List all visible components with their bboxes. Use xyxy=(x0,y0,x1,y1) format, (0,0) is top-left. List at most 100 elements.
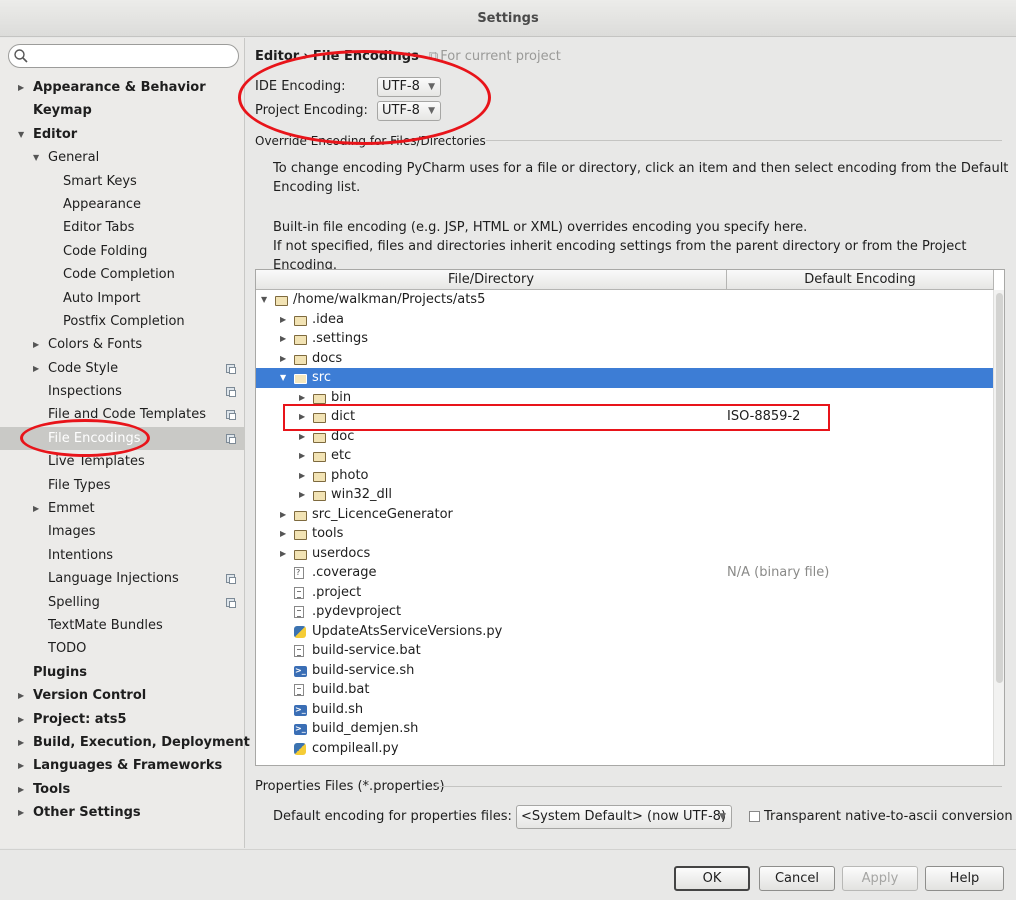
sidebar-item[interactable]: Keymap xyxy=(0,99,245,122)
sidebar-item[interactable]: ▶ Emmet xyxy=(0,497,245,520)
sidebar-item[interactable]: Live Templates xyxy=(0,450,245,473)
table-row[interactable]: build-service.sh xyxy=(256,661,993,680)
expand-arrow-icon[interactable]: ▼ xyxy=(261,290,267,310)
expand-arrow-icon[interactable]: ▼ xyxy=(33,146,43,169)
sidebar-item[interactable]: TextMate Bundles xyxy=(0,614,245,637)
collapse-arrow-icon[interactable]: ▶ xyxy=(280,505,286,525)
sidebar-item[interactable]: File Encodings xyxy=(0,426,245,451)
collapse-arrow-icon[interactable]: ▶ xyxy=(18,708,28,731)
table-row[interactable]: build.sh xyxy=(256,700,993,719)
collapse-arrow-icon[interactable]: ▶ xyxy=(299,427,305,447)
help-button[interactable]: Help xyxy=(925,866,1004,891)
collapse-arrow-icon[interactable]: ▶ xyxy=(18,778,28,801)
sidebar-item[interactable]: Editor Tabs xyxy=(0,216,245,239)
table-row[interactable]: ▶ doc xyxy=(256,427,993,447)
sidebar-item[interactable]: Smart Keys xyxy=(0,170,245,193)
table-row[interactable]: ▼ src xyxy=(256,368,993,388)
scrollbar-thumb[interactable] xyxy=(996,293,1003,683)
sidebar-item[interactable]: ▶ Other Settings xyxy=(0,801,245,824)
sidebar-item[interactable]: Code Folding xyxy=(0,240,245,263)
collapse-arrow-icon[interactable]: ▶ xyxy=(299,485,305,505)
sidebar-item[interactable]: ▶ Languages & Frameworks xyxy=(0,754,245,777)
table-row[interactable]: ▼ /home/walkman/Projects/ats5 xyxy=(256,290,993,310)
sidebar-item[interactable]: File Types xyxy=(0,474,245,497)
table-row[interactable]: compileall.py xyxy=(256,739,993,759)
column-header-file[interactable]: File/Directory xyxy=(256,270,727,290)
collapse-arrow-icon[interactable]: ▶ xyxy=(33,497,43,520)
table-row[interactable]: ▶ dict ISO-8859-2 xyxy=(256,407,993,427)
collapse-arrow-icon[interactable]: ▶ xyxy=(280,349,286,369)
expand-arrow-icon[interactable]: ▼ xyxy=(18,123,28,146)
vertical-scrollbar[interactable] xyxy=(993,290,1004,765)
sidebar-item[interactable]: Inspections xyxy=(0,380,245,403)
collapse-arrow-icon[interactable]: ▶ xyxy=(299,466,305,486)
sidebar-item[interactable]: ▶ Version Control xyxy=(0,684,245,707)
properties-encoding-select[interactable]: <System Default> (now UTF-8) ▼ xyxy=(516,805,732,829)
table-row[interactable]: build_demjen.sh xyxy=(256,719,993,739)
sidebar-item-label: Keymap xyxy=(33,103,92,119)
sidebar-item[interactable]: Spelling xyxy=(0,591,245,614)
sidebar-item[interactable]: Auto Import xyxy=(0,287,245,310)
collapse-arrow-icon[interactable]: ▶ xyxy=(18,684,28,707)
sidebar-item[interactable]: Language Injections xyxy=(0,567,245,590)
sidebar-item[interactable]: ▶ Code Style xyxy=(0,357,245,380)
collapse-arrow-icon[interactable]: ▶ xyxy=(280,544,286,564)
file-encoding[interactable]: N/A (binary file) xyxy=(727,563,829,583)
table-row[interactable]: ▶ etc xyxy=(256,446,993,466)
sidebar-item[interactable]: ▶ Colors & Fonts xyxy=(0,333,245,356)
table-row[interactable]: build.bat xyxy=(256,680,993,700)
table-row[interactable]: ▶ src_LicenceGenerator xyxy=(256,505,993,525)
table-row[interactable]: .coverage N/A (binary file) xyxy=(256,563,993,583)
sidebar-item[interactable]: ▼ General xyxy=(0,146,245,169)
sidebar-item[interactable]: ▶ Build, Execution, Deployment xyxy=(0,731,250,754)
sidebar-item[interactable]: ▼ Editor xyxy=(0,123,245,146)
collapse-arrow-icon[interactable]: ▶ xyxy=(280,524,286,544)
collapse-arrow-icon[interactable]: ▶ xyxy=(18,754,28,777)
apply-button[interactable]: Apply xyxy=(842,866,918,891)
table-row[interactable]: ▶ docs xyxy=(256,349,993,369)
ide-encoding-select[interactable]: UTF-8 ▼ xyxy=(377,77,441,97)
collapse-arrow-icon[interactable]: ▶ xyxy=(18,76,28,99)
table-row[interactable]: ▶ photo xyxy=(256,466,993,486)
sidebar-item[interactable]: TODO xyxy=(0,637,245,660)
table-row[interactable]: build-service.bat xyxy=(256,641,993,661)
sidebar-item[interactable]: Images xyxy=(0,520,245,543)
sidebar-item[interactable]: Appearance xyxy=(0,193,245,216)
collapse-arrow-icon[interactable]: ▶ xyxy=(18,731,28,754)
collapse-arrow-icon[interactable]: ▶ xyxy=(18,801,28,824)
sidebar-item[interactable]: ▶ Tools xyxy=(0,778,245,801)
sidebar-item[interactable]: Code Completion xyxy=(0,263,245,286)
collapse-arrow-icon[interactable]: ▶ xyxy=(280,310,286,330)
cancel-button[interactable]: Cancel xyxy=(759,866,835,891)
project-encoding-select[interactable]: UTF-8 ▼ xyxy=(377,101,441,121)
collapse-arrow-icon[interactable]: ▶ xyxy=(299,446,305,466)
column-header-encoding[interactable]: Default Encoding xyxy=(727,270,994,290)
collapse-arrow-icon[interactable]: ▶ xyxy=(33,333,43,356)
sidebar-item[interactable]: Plugins xyxy=(0,661,245,684)
sidebar-item[interactable]: ▶ Project: ats5 xyxy=(0,708,245,731)
table-row[interactable]: ▶ .idea xyxy=(256,310,993,330)
table-row[interactable]: ▶ win32_dll xyxy=(256,485,993,505)
breadcrumb-parent[interactable]: Editor xyxy=(255,49,299,64)
file-encoding[interactable]: ISO-8859-2 xyxy=(727,407,800,427)
sidebar-item[interactable]: ▶ Appearance & Behavior xyxy=(0,76,245,99)
search-input[interactable] xyxy=(8,44,239,68)
sidebar-item[interactable]: Postfix Completion xyxy=(0,310,245,333)
table-row[interactable]: ▶ tools xyxy=(256,524,993,544)
table-row[interactable]: ▶ bin xyxy=(256,388,993,408)
sidebar-item[interactable]: File and Code Templates xyxy=(0,403,245,426)
sidebar-item[interactable]: Intentions xyxy=(0,544,245,567)
table-row[interactable]: .pydevproject xyxy=(256,602,993,622)
ok-button[interactable]: OK xyxy=(674,866,750,891)
collapse-arrow-icon[interactable]: ▶ xyxy=(33,357,43,380)
expand-arrow-icon[interactable]: ▼ xyxy=(280,368,286,388)
collapse-arrow-icon[interactable]: ▶ xyxy=(299,407,305,427)
table-row[interactable]: UpdateAtsServiceVersions.py xyxy=(256,622,993,642)
table-row[interactable]: ▶ userdocs xyxy=(256,544,993,564)
table-row[interactable]: ▶ .settings xyxy=(256,329,993,349)
collapse-arrow-icon[interactable]: ▶ xyxy=(299,388,305,408)
table-row[interactable]: .project xyxy=(256,583,993,603)
sidebar-item-label: Auto Import xyxy=(63,290,141,306)
collapse-arrow-icon[interactable]: ▶ xyxy=(280,329,286,349)
transparent-conversion-checkbox[interactable] xyxy=(749,811,760,822)
